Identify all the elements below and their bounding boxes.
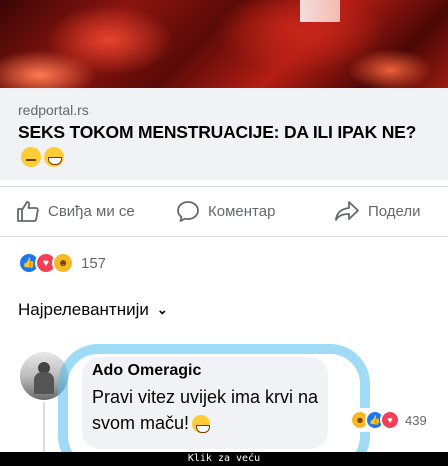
thinking-face-icon	[21, 147, 41, 167]
comment-button[interactable]: Коментар	[176, 196, 275, 226]
share-button[interactable]: Подели	[334, 196, 421, 226]
comment-reaction-count: 439	[405, 412, 427, 428]
link-domain: redportal.rs	[18, 102, 89, 118]
headline-text: SEKS TOKOM MENSTRUACIJE: DA ILI IPAK NE?	[18, 122, 417, 142]
comment-reactions[interactable]: ☻ 👍 ♥ 439	[346, 408, 431, 432]
sort-label: Најрелевантнији	[18, 300, 149, 319]
haha-reaction-icon: ☻	[52, 252, 74, 274]
foil-highlight	[300, 0, 340, 22]
comment-label: Коментар	[208, 202, 276, 220]
link-headline[interactable]: SEKS TOKOM MENSTRUACIJE: DA ILI IPAK NE?	[18, 120, 428, 170]
divider	[0, 236, 448, 237]
enlarge-caption-link[interactable]: Klik za veću	[0, 452, 448, 466]
divider	[0, 186, 448, 187]
chevron-down-icon: ⌄	[156, 302, 168, 317]
love-reaction-icon: ♥	[380, 410, 400, 430]
highlight-circle-annotation	[58, 344, 370, 452]
reaction-count: 157	[81, 254, 107, 272]
comment-bubble-icon	[177, 201, 199, 222]
post-reactions-summary[interactable]: 👍 ♥ ☻ 157	[18, 252, 106, 274]
thumbs-up-icon	[17, 201, 39, 222]
screenshot-frame: redportal.rs SEKS TOKOM MENSTRUACIJE: DA…	[0, 0, 448, 452]
post-actions-bar: Свиђа ми се Коментар Подели	[0, 196, 448, 226]
post-image[interactable]	[0, 0, 448, 88]
like-label: Свиђа ми се	[48, 202, 135, 220]
avatar-body	[34, 372, 54, 394]
like-button[interactable]: Свиђа ми се	[16, 196, 135, 226]
grinning-face-icon	[44, 147, 64, 167]
reply-thread-line	[43, 402, 45, 452]
share-label: Подели	[368, 202, 421, 220]
comment-sort-dropdown[interactable]: Најрелевантнији ⌄	[18, 300, 168, 320]
share-arrow-icon	[335, 201, 359, 221]
